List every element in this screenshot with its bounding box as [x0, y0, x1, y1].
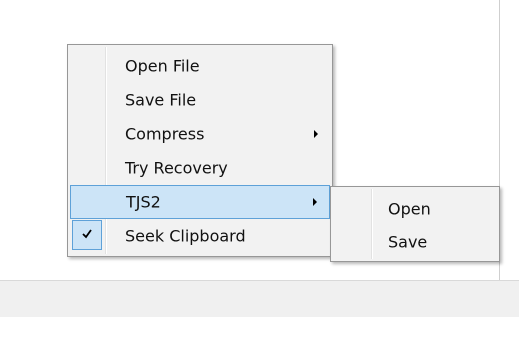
chevron-right-icon — [314, 130, 318, 138]
context-menu: Open File Save File Compress Try Recover… — [67, 44, 333, 257]
menu-item-label: Seek Clipboard — [125, 226, 246, 246]
checked-state-box — [72, 220, 102, 250]
bottom-area — [0, 317, 519, 354]
menu-item-compress[interactable]: Compress — [70, 117, 330, 151]
menu-item-save-file[interactable]: Save File — [70, 83, 330, 117]
menu-item-try-recovery[interactable]: Try Recovery — [70, 151, 330, 185]
check-icon — [82, 229, 92, 239]
chevron-right-icon — [313, 198, 317, 206]
menu-item-label: Try Recovery — [125, 158, 228, 178]
tjs2-submenu: Open Save — [330, 186, 500, 262]
right-pane-strip — [500, 0, 519, 280]
menu-item-label: Open — [388, 199, 431, 218]
menu-item-label: TJS2 — [126, 192, 161, 212]
menu-item-tjs2[interactable]: TJS2 — [70, 185, 330, 219]
submenu-item-open[interactable]: Open — [333, 192, 497, 225]
status-bar — [0, 280, 519, 317]
menu-item-label: Compress — [125, 124, 205, 144]
menu-item-label: Save File — [125, 90, 197, 110]
submenu-item-save[interactable]: Save — [333, 225, 497, 258]
menu-item-seek-clipboard[interactable]: Seek Clipboard — [70, 219, 330, 253]
menu-item-label: Save — [388, 232, 428, 251]
menu-item-label: Open File — [125, 56, 200, 76]
menu-item-open-file[interactable]: Open File — [70, 49, 330, 83]
